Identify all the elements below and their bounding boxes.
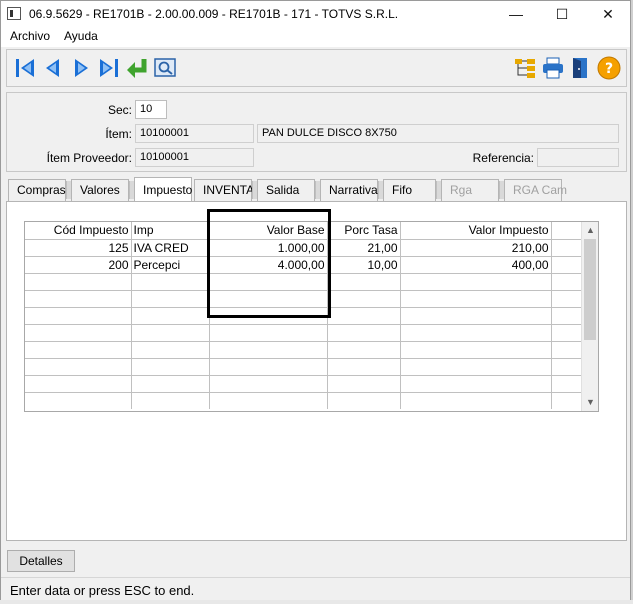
item-description-field[interactable]: PAN DULCE DISCO 8X750 — [257, 124, 619, 143]
tab-fifo[interactable]: Fifo — [383, 179, 436, 201]
zoom-icon[interactable] — [153, 56, 177, 80]
cell-valor-impuesto[interactable]: 400,00 — [400, 255, 552, 273]
title-bar: 06.9.5629 - RE1701B - 2.00.00.009 - RE17… — [1, 1, 630, 27]
item-proveedor-field[interactable]: 10100001 — [135, 148, 254, 167]
window-title: 06.9.5629 - RE1701B - 2.00.00.009 - RE17… — [29, 7, 399, 21]
cell-imp[interactable]: IVA CRED — [131, 238, 210, 256]
return-icon[interactable] — [125, 56, 149, 80]
item-label: Ítem: — [105, 127, 132, 141]
cell-valor-impuesto[interactable]: 210,00 — [400, 238, 552, 256]
empty-row[interactable] — [25, 340, 582, 358]
next-icon[interactable] — [69, 56, 93, 80]
status-bar: Enter data or press ESC to end. — [1, 577, 630, 601]
col-header-imp[interactable]: Imp — [131, 222, 210, 239]
empty-row[interactable] — [25, 374, 582, 392]
app-icon — [7, 7, 21, 20]
scroll-thumb[interactable] — [584, 239, 596, 340]
background-window-edge — [0, 600, 633, 604]
scroll-down-icon[interactable]: ▼ — [582, 394, 598, 411]
cell-porc-tasa[interactable]: 10,00 — [327, 255, 401, 273]
annotation-highlight-box — [207, 209, 331, 318]
empty-row[interactable] — [25, 391, 582, 409]
tab-narrativa[interactable]: Narrativa — [320, 179, 378, 201]
tab-inventa[interactable]: INVENTA — [194, 179, 254, 201]
empty-row[interactable] — [25, 323, 582, 341]
col-header-filler — [551, 222, 582, 239]
exit-icon[interactable] — [569, 56, 593, 80]
close-button[interactable]: ✕ — [585, 1, 631, 27]
tab-strip: Compras Valores Impuesto INVENTA Salida … — [6, 177, 627, 202]
tab-impuesto[interactable]: Impuesto — [134, 177, 192, 202]
scroll-up-icon[interactable]: ▲ — [582, 222, 598, 239]
menu-ayuda[interactable]: Ayuda — [64, 29, 98, 43]
prev-icon[interactable] — [41, 56, 65, 80]
col-header-valor-impuesto[interactable]: Valor Impuesto — [400, 222, 552, 239]
status-text: Enter data or press ESC to end. — [10, 583, 195, 598]
cell-porc-tasa[interactable]: 21,00 — [327, 238, 401, 256]
cell-filler — [551, 255, 582, 273]
referencia-label: Referencia: — [472, 151, 534, 165]
cell-cod-impuesto[interactable]: 125 — [25, 238, 132, 256]
col-header-cod-impuesto[interactable]: Cód Impuesto — [25, 222, 132, 239]
detalles-button[interactable]: Detalles — [7, 550, 75, 572]
header-form: Sec: 10 Ítem: 10100001 PAN DULCE DISCO 8… — [6, 92, 627, 172]
grid-vertical-scrollbar[interactable]: ▲ ▼ — [581, 222, 598, 411]
help-icon[interactable]: ? — [597, 56, 621, 80]
minimize-button[interactable]: — — [493, 1, 539, 27]
tree-icon[interactable] — [513, 56, 537, 80]
tab-compras[interactable]: Compras — [8, 179, 66, 201]
cell-cod-impuesto[interactable]: 200 — [25, 255, 132, 273]
sec-field[interactable]: 10 — [135, 100, 167, 119]
maximize-button[interactable]: ☐ — [539, 1, 585, 27]
cell-filler — [551, 238, 582, 256]
menu-bar: Archivo Ayuda — [1, 27, 630, 47]
help-glyph: ? — [605, 61, 613, 77]
print-icon[interactable] — [541, 56, 565, 80]
last-icon[interactable] — [97, 56, 121, 80]
first-icon[interactable] — [13, 56, 37, 80]
item-proveedor-label: Ítem Proveedor: — [46, 151, 132, 165]
cell-imp[interactable]: Percepci — [131, 255, 210, 273]
menu-archivo[interactable]: Archivo — [10, 29, 50, 43]
item-code-field[interactable]: 10100001 — [135, 124, 254, 143]
app-window: 06.9.5629 - RE1701B - 2.00.00.009 - RE17… — [0, 0, 631, 604]
tab-rga: Rga — [441, 179, 499, 201]
tab-salida[interactable]: Salida — [257, 179, 315, 201]
toolbar: ? — [6, 49, 627, 87]
empty-row[interactable] — [25, 357, 582, 375]
referencia-field[interactable] — [537, 148, 619, 167]
tab-rga-cam: RGA Cam — [504, 179, 567, 201]
sec-label: Sec: — [107, 103, 132, 117]
col-header-porc-tasa[interactable]: Porc Tasa — [327, 222, 401, 239]
tab-valores[interactable]: Valores — [71, 179, 129, 201]
